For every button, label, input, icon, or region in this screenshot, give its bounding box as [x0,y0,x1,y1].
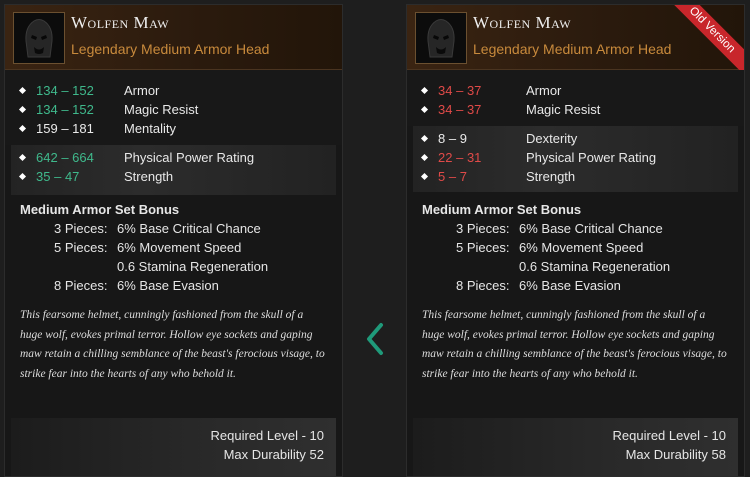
flavor-text: This fearsome helmet, cunningly fashione… [422,309,727,380]
bonus-stats: 642 – 664 Physical Power Rating 35 – 47 … [11,145,336,195]
item-name: Wolfen Maw [473,13,572,32]
set-bonus-pieces: 5 Pieces: [456,240,510,255]
diamond-icon [18,124,27,133]
set-bonus-effect: 6% Movement Speed [519,240,644,255]
stat-name: Mentality [124,121,177,136]
tooltip-footer: Required Level - 10 Max Durability 52 [11,418,336,476]
stat-name: Strength [526,169,576,184]
chevron-left-icon[interactable] [364,322,386,356]
set-bonus-effect: 6% Base Evasion [519,278,621,293]
item-tooltip-current: Wolfen Maw Legendary Medium Armor Head 1… [4,4,343,477]
item-portrait [13,12,65,64]
base-stats: 134 – 152 Armor 134 – 152 Magic Resist 1… [5,70,342,145]
item-name: Wolfen Maw [71,13,170,32]
stat-range: 134 – 152 [36,83,94,98]
set-bonus-effect: 0.6 Stamina Regeneration [117,259,269,274]
set-bonus-pieces: 5 Pieces: [54,240,108,255]
set-bonus-effect: 6% Base Evasion [117,278,219,293]
stat-name: Physical Power Rating [526,150,657,165]
stat-name: Strength [124,169,174,184]
wolf-helmet-icon [25,19,53,58]
set-bonus-pieces: 3 Pieces: [456,221,510,236]
set-bonus-title: Medium Armor Set Bonus [422,202,582,217]
stat-range: 5 – 7 [438,169,467,184]
item-tooltip-old-version: Wolfen Maw Legendary Medium Armor Head O… [406,4,745,477]
stat-name: Magic Resist [526,102,601,117]
tooltip-footer: Required Level - 10 Max Durability 58 [413,418,738,476]
base-stats: 34 – 37 Armor 34 – 37 Magic Resist [407,70,744,126]
diamond-icon [420,86,429,95]
required-level: Required Level - 10 [612,428,726,443]
diamond-icon [18,172,27,181]
stat-range: 8 – 9 [438,131,467,146]
diamond-icon [18,153,27,162]
set-bonus: Medium Armor Set Bonus 3 Pieces: 6% Base… [20,202,330,298]
stat-name: Magic Resist [124,102,199,117]
flavor-text: This fearsome helmet, cunningly fashione… [20,309,325,380]
set-bonus-pieces: 8 Pieces: [54,278,108,293]
wolf-helmet-icon [427,19,455,58]
stat-range: 34 – 37 [438,83,482,98]
diamond-icon [420,153,429,162]
set-bonus-effect: 6% Base Critical Chance [117,221,261,236]
diamond-icon [420,172,429,181]
set-bonus-pieces: 3 Pieces: [54,221,108,236]
max-durability: Max Durability 52 [223,447,324,462]
max-durability: Max Durability 58 [625,447,726,462]
diamond-icon [420,105,429,114]
stat-name: Dexterity [526,131,578,146]
stat-name: Armor [124,83,160,98]
item-type: Legendary Medium Armor Head [473,41,672,57]
stat-range: 159 – 181 [36,121,94,136]
bonus-stats: 8 – 9 Dexterity 22 – 31 Physical Power R… [413,126,738,192]
tooltip-header: Wolfen Maw Legendary Medium Armor Head O… [407,5,744,79]
stat-range: 134 – 152 [36,102,94,117]
item-type: Legendary Medium Armor Head [71,41,270,57]
old-version-ribbon: Old Version [663,5,744,79]
stat-range: 22 – 31 [438,150,482,165]
set-bonus: Medium Armor Set Bonus 3 Pieces: 6% Base… [422,202,732,298]
set-bonus-title: Medium Armor Set Bonus [20,202,180,217]
diamond-icon [18,105,27,114]
diamond-icon [420,134,429,143]
stat-name: Armor [526,83,562,98]
stat-range: 35 – 47 [36,169,80,184]
tooltip-header: Wolfen Maw Legendary Medium Armor Head [5,5,342,70]
set-bonus-pieces: 8 Pieces: [456,278,510,293]
required-level: Required Level - 10 [210,428,324,443]
set-bonus-effect: 0.6 Stamina Regeneration [519,259,671,274]
stat-name: Physical Power Rating [124,150,255,165]
set-bonus-effect: 6% Base Critical Chance [519,221,663,236]
item-portrait [415,12,467,64]
stat-range: 642 – 664 [36,150,94,165]
stat-range: 34 – 37 [438,102,482,117]
set-bonus-effect: 6% Movement Speed [117,240,242,255]
diamond-icon [18,86,27,95]
